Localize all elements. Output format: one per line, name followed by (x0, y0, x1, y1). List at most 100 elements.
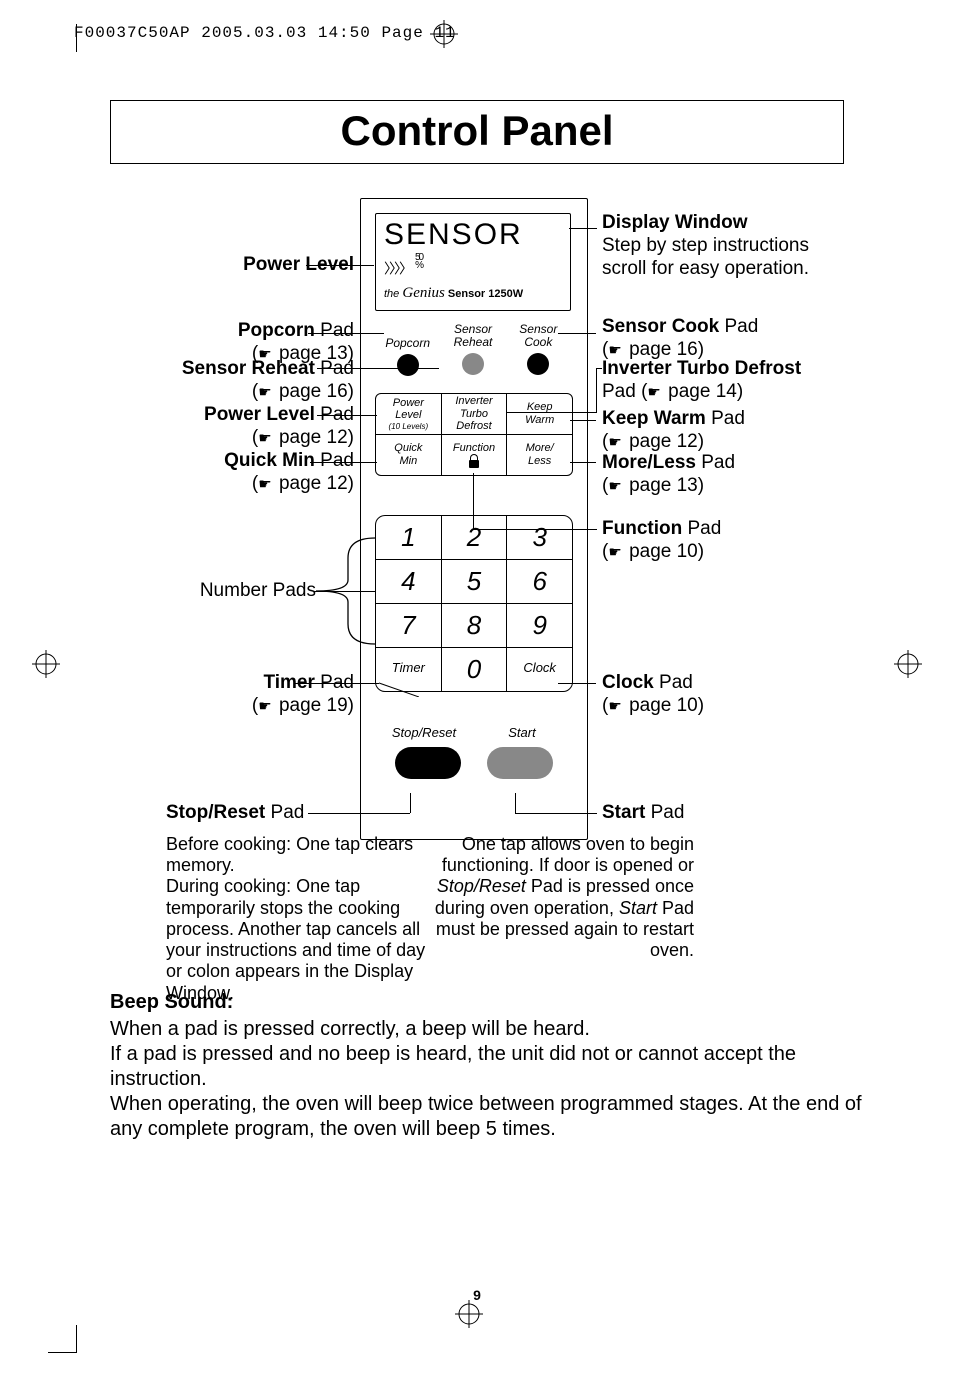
button-icon (527, 353, 549, 375)
sensor-cook-pad[interactable]: Sensor Cook (506, 323, 571, 383)
sensor-reheat-pad[interactable]: Sensor Reheat (440, 323, 505, 383)
number-grid: 1 2 3 4 5 6 7 8 9 Timer (375, 515, 573, 692)
button-icon (397, 354, 419, 376)
beep-body: When a pad is pressed correctly, a beep … (110, 1017, 880, 1142)
leader-line (569, 228, 597, 229)
sensor-reheat-label-1: Sensor (454, 322, 492, 336)
brand-suffix: Sensor 1250W (448, 288, 523, 300)
label-power-level-indicator: Power Level (110, 254, 354, 277)
brace-icon (314, 536, 376, 646)
brand-prefix: the (384, 288, 399, 300)
page-ref-icon (608, 695, 623, 716)
crop-mark-icon (48, 1352, 76, 1353)
label-display-window: Display Window Step by step instructions… (602, 212, 838, 280)
content: Control Panel SENSOR 〉〉〉〉50% the Genius … (110, 100, 844, 958)
page-ref-icon (258, 427, 273, 448)
start-pad[interactable] (487, 747, 553, 779)
page-ref-icon (258, 381, 273, 402)
page-ref-icon (608, 431, 623, 452)
lock-icon (467, 454, 481, 468)
numpad-4[interactable]: 4 (376, 560, 441, 603)
leader-line (570, 462, 596, 463)
display-window: SENSOR 〉〉〉〉50% the Genius Sensor 1250W (375, 213, 571, 311)
leader-line (473, 529, 597, 530)
popcorn-label: Popcorn (385, 336, 430, 350)
stop-reset-explanation: Before cooking: One tap clears memory. D… (166, 834, 426, 1004)
display-text: SENSOR (384, 220, 562, 250)
label-number-pads: Number Pads (110, 580, 316, 603)
numpad-1[interactable]: 1 (376, 516, 441, 559)
page-ref-icon (258, 695, 273, 716)
numpad-3[interactable]: 3 (506, 516, 572, 559)
label-sensor-cook: Sensor Cook Pad ( page 16) (602, 316, 838, 362)
power-level-indicator: 〉〉〉〉50% (384, 254, 562, 279)
quick-min-pad[interactable]: Quick Min (376, 435, 441, 475)
numpad-6[interactable]: 6 (506, 560, 572, 603)
label-quick-min: Quick Min Pad ( page 12) (110, 450, 354, 496)
function-grid: Power Level (10 Levels) Inverter Turbo D… (375, 393, 573, 476)
leader-line (308, 813, 410, 814)
leader-line (570, 420, 596, 421)
leader-line (506, 412, 596, 413)
numpad-0[interactable]: 0 (441, 648, 507, 691)
popcorn-pad[interactable]: Popcorn (375, 323, 440, 383)
page-ref-icon (608, 475, 623, 496)
sensor-row: Popcorn Sensor Reheat Sensor Cook (375, 323, 571, 383)
label-start: Start Pad (602, 802, 684, 825)
page-ref-icon (608, 541, 623, 562)
leader-line (596, 368, 597, 413)
leader-line (515, 793, 516, 813)
registration-mark-icon (32, 650, 60, 683)
beep-sound-section: Beep Sound: When a pad is pressed correc… (110, 990, 880, 1142)
label-sensor-reheat: Sensor Reheat Pad ( page 16) (110, 358, 354, 404)
label-power-level-pad: Power Level Pad ( page 12) (110, 404, 354, 450)
leader-line (410, 793, 411, 813)
page-ref-icon (647, 381, 662, 402)
page-title: Control Panel (111, 107, 843, 155)
stop-reset-label: Stop/Reset (375, 725, 473, 740)
registration-mark-icon (455, 1300, 483, 1333)
leader-line (506, 412, 507, 426)
power-level-pad[interactable]: Power Level (10 Levels) (376, 394, 441, 434)
registration-mark-icon (894, 650, 922, 683)
keep-warm-pad[interactable]: Keep Warm (506, 394, 572, 434)
leader-line (473, 473, 474, 529)
leader-line (558, 333, 596, 334)
inverter-turbo-defrost-pad[interactable]: Inverter Turbo Defrost (441, 394, 507, 434)
proof-header: F00037C50AP 2005.03.03 14:50 Page 11 (74, 24, 456, 42)
start-label: Start (473, 725, 571, 740)
leader-line (379, 677, 419, 697)
crop-mark-icon (76, 24, 77, 52)
page-ref-icon (258, 473, 273, 494)
numpad-5[interactable]: 5 (441, 560, 507, 603)
panel-outline: SENSOR 〉〉〉〉50% the Genius Sensor 1250W P… (360, 198, 588, 840)
sensor-cook-label-1: Sensor (519, 322, 557, 336)
label-clock: Clock Pad ( page 10) (602, 672, 838, 718)
page-ref-icon (608, 339, 623, 360)
page: F00037C50AP 2005.03.03 14:50 Page 11 Con… (0, 0, 954, 1383)
label-timer: Timer Pad ( page 19) (110, 672, 354, 718)
button-icon (462, 353, 484, 375)
beep-heading: Beep Sound: (110, 990, 880, 1015)
more-less-pad[interactable]: More/ Less (506, 435, 572, 475)
label-more-less: More/Less Pad ( page 13) (602, 452, 838, 498)
bottom-button-labels: Stop/Reset Start (375, 725, 571, 740)
brand-script: Genius (402, 285, 445, 301)
sensor-reheat-label-2: Reheat (454, 335, 493, 349)
numpad-7[interactable]: 7 (376, 604, 441, 647)
page-number: 9 (0, 1287, 954, 1303)
function-pad[interactable]: Function (441, 435, 507, 475)
clock-pad[interactable]: Clock (506, 648, 572, 691)
leader-line (558, 683, 596, 684)
label-keep-warm: Keep Warm Pad ( page 12) (602, 408, 838, 454)
crop-mark-icon (76, 1325, 77, 1353)
numpad-8[interactable]: 8 (441, 604, 507, 647)
sensor-cook-label-2: Cook (524, 335, 552, 349)
control-panel-diagram: SENSOR 〉〉〉〉50% the Genius Sensor 1250W P… (110, 198, 844, 958)
label-function: Function Pad ( page 10) (602, 518, 838, 564)
registration-mark-icon (430, 20, 458, 53)
stop-reset-pad[interactable] (395, 747, 461, 779)
numpad-9[interactable]: 9 (506, 604, 572, 647)
title-box: Control Panel (110, 100, 844, 164)
power-level-unit: % (415, 260, 422, 271)
